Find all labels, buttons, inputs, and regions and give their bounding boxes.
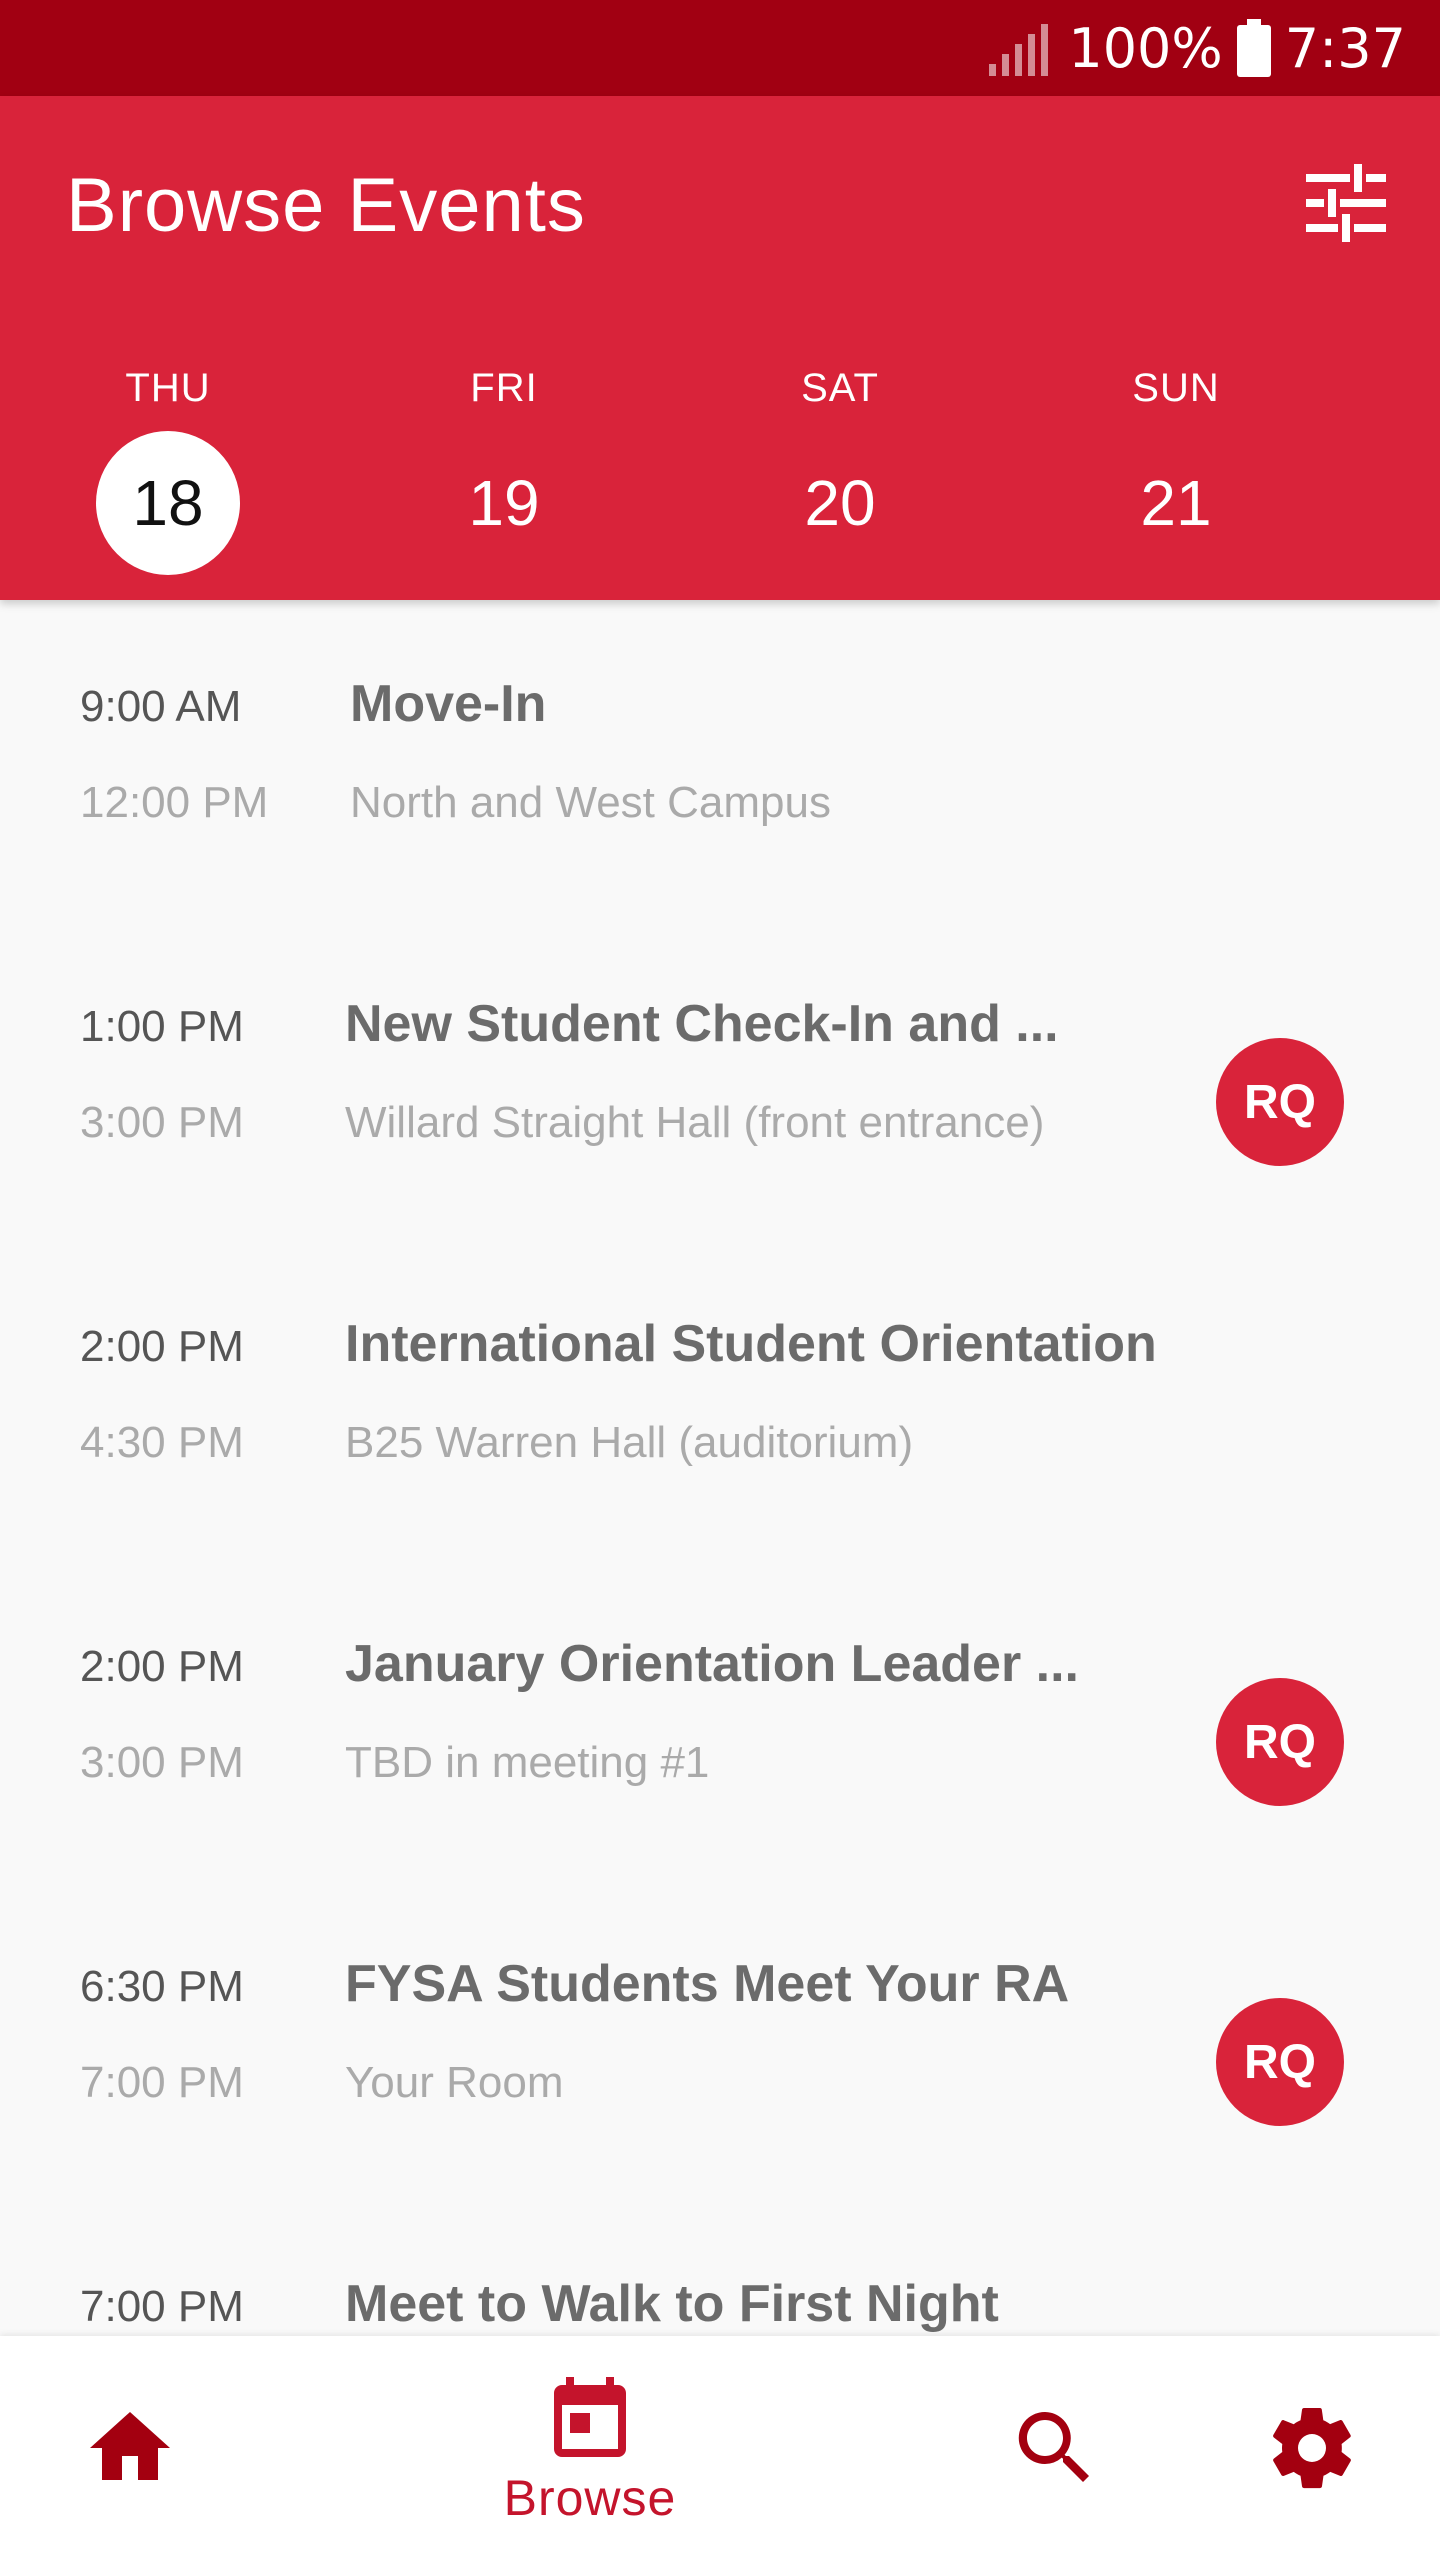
signal-icon [989, 20, 1049, 76]
event-start-time: 1:00 PM [80, 1002, 244, 1051]
battery-icon [1236, 19, 1271, 77]
event-row[interactable]: 2:00 PM 3:00 PM January Orientation Leader… [0, 1560, 1440, 1880]
event-title: Move-In [350, 675, 547, 733]
event-location: Willard Straight Hall (front entrance) [345, 1098, 1045, 1147]
event-end-time: 3:00 PM [80, 1738, 244, 1787]
day-tab-thu[interactable]: THU 18 [68, 366, 268, 575]
event-location: B25 Warren Hall (auditorium) [345, 1418, 914, 1467]
event-title: January Orientation Leader ... [345, 1635, 1079, 1693]
clock: 7:37 [1284, 16, 1406, 80]
event-location: North and West Campus [350, 778, 831, 827]
rq-badge[interactable]: RQ [1216, 1998, 1344, 2126]
event-end-time: 4:30 PM [80, 1418, 244, 1467]
event-start-time: 6:30 PM [80, 1962, 244, 2011]
day-number-circle: 21 [1104, 431, 1248, 575]
day-number: 18 [132, 467, 204, 539]
event-end-time: 7:00 PM [80, 2058, 244, 2107]
day-number: 19 [468, 467, 540, 539]
event-list[interactable]: 9:00 AM 12:00 PM Move-In North and West Cam… [0, 600, 1440, 2336]
nav-browse-label: Browse [503, 2470, 677, 2526]
day-tab-fri[interactable]: FRI 19 [404, 366, 604, 575]
event-end-time: 12:00 PM [80, 778, 269, 827]
event-start-time: 7:00 PM [80, 2282, 244, 2331]
search-icon [1018, 2412, 1089, 2482]
day-number-circle: 18 [96, 431, 240, 575]
day-tab-sun[interactable]: SUN 21 [1076, 366, 1276, 575]
event-location: TBD in meeting #1 [345, 1738, 710, 1787]
filter-button[interactable] [1300, 158, 1390, 248]
nav-browse[interactable]: Browse [470, 2336, 710, 2560]
day-name: SAT [801, 366, 879, 410]
event-start-time: 2:00 PM [80, 1642, 244, 1691]
event-row[interactable]: 1:00 PM 3:00 PM New Student Check-In and .… [0, 920, 1440, 1240]
day-name: FRI [470, 366, 538, 410]
rq-badge[interactable]: RQ [1216, 1038, 1344, 1166]
nav-home[interactable] [60, 2336, 200, 2560]
gear-icon [1273, 2408, 1351, 2489]
page-title: Browse Events [66, 163, 586, 248]
day-name: SUN [1132, 366, 1220, 410]
app-bar: Browse Events THU 18 FRI 19 SAT 20 SUN 21 [0, 96, 1440, 600]
bottom-navigation: Browse [0, 2336, 1440, 2560]
event-title: International Student Orientation [345, 1315, 1157, 1373]
event-start-time: 2:00 PM [80, 1322, 244, 1371]
event-title: FYSA Students Meet Your RA [345, 1955, 1070, 2013]
event-row[interactable]: 7:00 PM Meet to Walk to First Night [0, 2200, 1440, 2336]
day-name: THU [125, 366, 211, 410]
day-number-circle: 20 [768, 431, 912, 575]
status-indicators: 100% 7:37 [989, 0, 1406, 96]
status-bar: 100% 7:37 [0, 0, 1440, 96]
event-end-time: 3:00 PM [80, 1098, 244, 1147]
nav-settings[interactable] [1242, 2336, 1382, 2560]
battery-percent: 100% [1068, 16, 1223, 80]
event-title: Meet to Walk to First Night [345, 2275, 999, 2333]
event-title: New Student Check-In and ... [345, 995, 1059, 1053]
event-row[interactable]: 9:00 AM 12:00 PM Move-In North and West Cam… [0, 600, 1440, 920]
day-number-circle: 19 [432, 431, 576, 575]
event-row[interactable]: 6:30 PM 7:00 PM FYSA Students Meet Your RA… [0, 1880, 1440, 2200]
event-row[interactable]: 2:00 PM 4:30 PM International Student Orie… [0, 1240, 1440, 1560]
home-icon [90, 2412, 170, 2480]
calendar-icon [554, 2377, 626, 2457]
tune-icon [1306, 164, 1386, 242]
rq-badge[interactable]: RQ [1216, 1678, 1344, 1806]
day-number: 21 [1140, 467, 1212, 539]
nav-search[interactable] [985, 2336, 1125, 2560]
event-location: Your Room [345, 2058, 564, 2107]
event-start-time: 9:00 AM [80, 682, 242, 731]
day-number: 20 [804, 467, 876, 539]
day-tab-sat[interactable]: SAT 20 [740, 366, 940, 575]
